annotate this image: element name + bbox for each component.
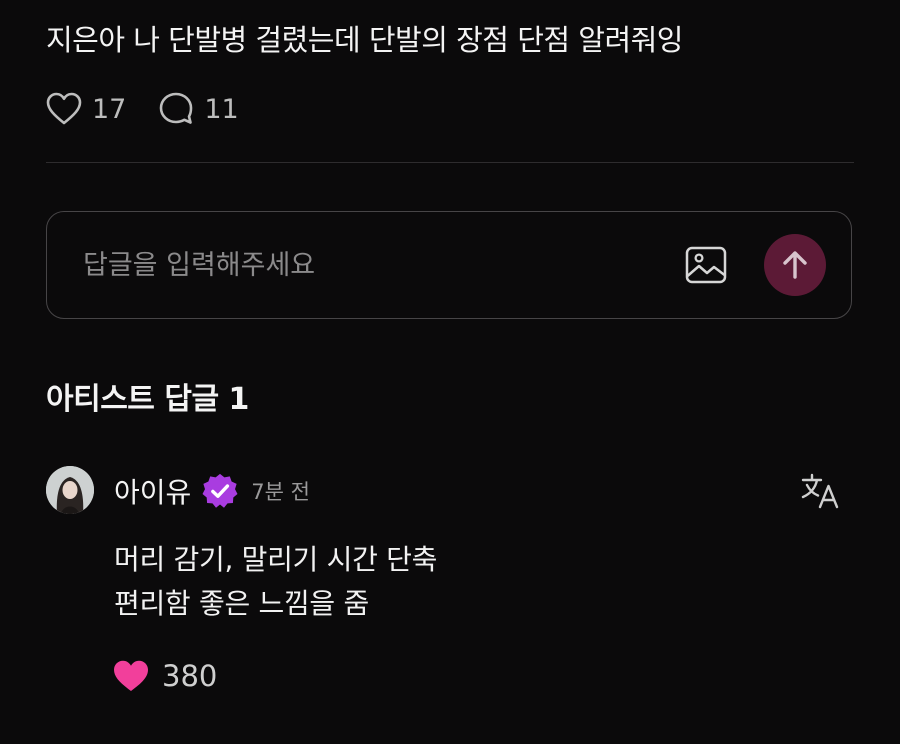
page: 지은아 나 단발병 걸렸는데 단발의 장점 단점 알려줘잉 17 11 답글을 … bbox=[0, 0, 900, 744]
image-icon bbox=[685, 246, 727, 284]
divider bbox=[46, 162, 854, 163]
avatar[interactable] bbox=[46, 466, 94, 514]
heart-filled-icon bbox=[114, 660, 148, 691]
comment-line: 머리 감기, 말리기 시간 단축 bbox=[114, 543, 438, 576]
comment-body: 머리 감기, 말리기 시간 단축 편리함 좋은 느낌을 줌 bbox=[114, 538, 437, 626]
comment-button[interactable]: 11 bbox=[158, 91, 239, 127]
translate-button[interactable] bbox=[800, 472, 840, 510]
like-count: 17 bbox=[92, 93, 127, 125]
like-button[interactable]: 17 bbox=[46, 92, 126, 126]
comment-like-count: 380 bbox=[162, 659, 218, 693]
comment-like-button[interactable]: 380 bbox=[112, 655, 217, 697]
comment-header: 아이유 7분 전 bbox=[114, 470, 310, 512]
author-name[interactable]: 아이유 bbox=[114, 471, 191, 511]
attach-image-button[interactable] bbox=[684, 244, 728, 286]
heart-outline-icon bbox=[46, 92, 82, 125]
artist-reply-title: 아티스트 답글 1 bbox=[46, 382, 249, 417]
post-text: 지은아 나 단발병 걸렸는데 단발의 장점 단점 알려줘잉 bbox=[46, 23, 684, 57]
post-reactions: 17 11 bbox=[46, 88, 271, 130]
send-button[interactable] bbox=[764, 234, 826, 296]
comment-line: 편리함 좋은 느낌을 줌 bbox=[114, 587, 369, 620]
comment-bubble-icon bbox=[160, 92, 193, 124]
reply-box bbox=[46, 211, 852, 319]
verified-badge-icon bbox=[202, 473, 238, 508]
reply-input[interactable] bbox=[83, 242, 643, 288]
avatar-image bbox=[46, 466, 94, 514]
comment-count: 11 bbox=[204, 93, 239, 125]
comment-time: 7분 전 bbox=[251, 480, 310, 504]
translate-icon bbox=[801, 473, 839, 509]
arrow-up-icon bbox=[783, 251, 807, 279]
